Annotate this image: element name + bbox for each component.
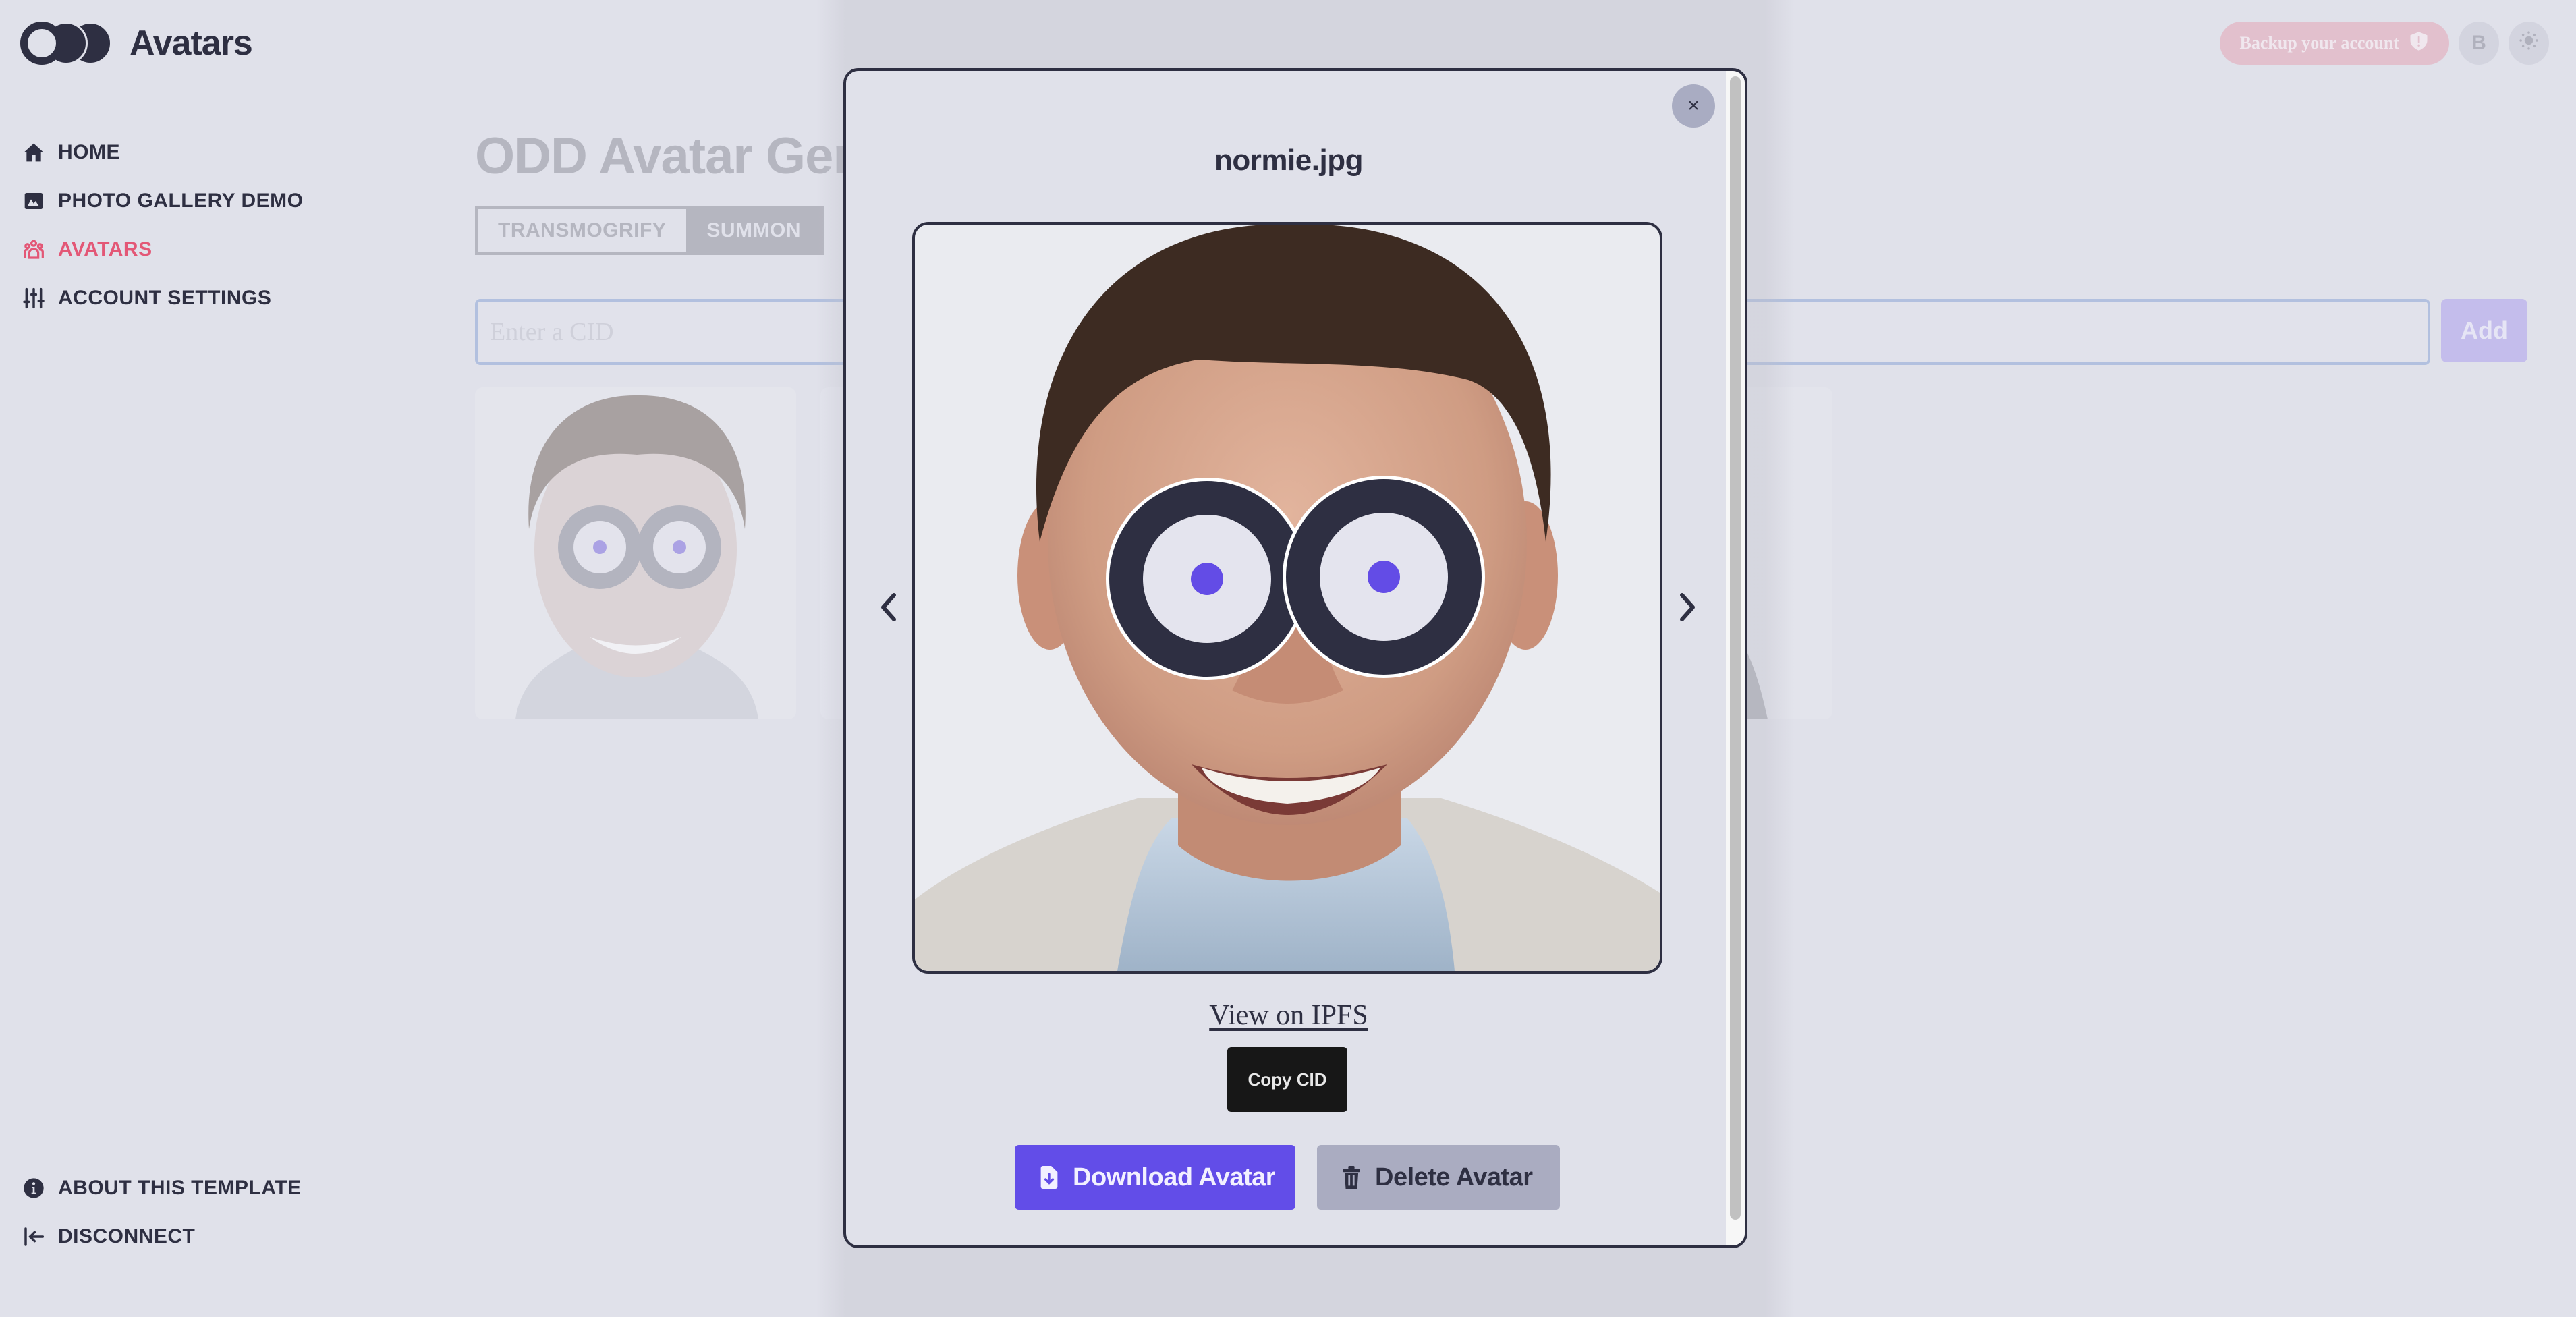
sidebar-item-photo-gallery-demo[interactable]: PHOTO GALLERY DEMO xyxy=(23,177,303,225)
trash-icon xyxy=(1343,1166,1360,1189)
tab-summon[interactable]: SUMMON xyxy=(686,209,821,252)
close-button[interactable]: × xyxy=(1672,84,1715,128)
sidebar-item-label: DISCONNECT xyxy=(58,1225,196,1248)
download-label: Download Avatar xyxy=(1073,1162,1276,1192)
odd-logo-icon xyxy=(20,20,115,66)
chevron-right-icon xyxy=(1680,593,1695,621)
sidebar-item-avatars[interactable]: AVATARS xyxy=(23,225,303,274)
modal-scrollbar-thumb[interactable] xyxy=(1730,76,1741,1220)
avatar-detail-modal: × normie.jpg View on IPFS Copy CID Downl… xyxy=(843,68,1747,1248)
home-icon xyxy=(23,142,45,163)
logout-icon xyxy=(23,1226,45,1248)
copy-cid-button[interactable]: Copy CID xyxy=(1227,1047,1347,1112)
info-icon xyxy=(23,1177,45,1199)
sidebar-bottom-nav: ABOUT THIS TEMPLATE DISCONNECT xyxy=(23,1164,302,1261)
sidebar-item-label: ABOUT THIS TEMPLATE xyxy=(58,1177,302,1199)
close-icon: × xyxy=(1687,94,1700,117)
sidebar-item-disconnect[interactable]: DISCONNECT xyxy=(23,1212,302,1261)
image-icon xyxy=(23,190,45,212)
sidebar-item-home[interactable]: HOME xyxy=(23,128,303,177)
sidebar-item-about-this-template[interactable]: ABOUT THIS TEMPLATE xyxy=(23,1164,302,1212)
delete-label: Delete Avatar xyxy=(1375,1162,1533,1192)
modal-actions: Download Avatar Delete Avatar xyxy=(1015,1145,1560,1210)
avatar-thumbnail[interactable] xyxy=(475,387,796,719)
avatar-preview-image xyxy=(912,222,1662,974)
modal-scrollbar[interactable] xyxy=(1726,71,1745,1245)
chevron-left-icon xyxy=(881,593,896,621)
brand[interactable]: Avatars xyxy=(20,20,253,66)
view-on-ipfs-link[interactable]: View on IPFS xyxy=(846,999,1731,1032)
sliders-icon xyxy=(23,287,45,309)
sidebar-item-label: PHOTO GALLERY DEMO xyxy=(58,190,304,212)
sidebar-item-account-settings[interactable]: ACCOUNT SETTINGS xyxy=(23,274,303,323)
app-title: Avatars xyxy=(130,24,253,63)
previous-avatar-button[interactable] xyxy=(872,584,905,631)
download-avatar-button[interactable]: Download Avatar xyxy=(1015,1145,1295,1210)
file-download-icon xyxy=(1040,1166,1058,1189)
next-avatar-button[interactable] xyxy=(1671,584,1704,631)
tab-transmogrify[interactable]: TRANSMOGRIFY xyxy=(478,209,687,252)
mode-tabs: TRANSMOGRIFY SUMMON xyxy=(475,206,824,255)
delete-avatar-button[interactable]: Delete Avatar xyxy=(1317,1145,1560,1210)
sidebar-item-label: ACCOUNT SETTINGS xyxy=(58,287,272,309)
sidebar-item-label: HOME xyxy=(58,141,120,163)
sidebar-item-label: AVATARS xyxy=(58,238,152,260)
modal-title: normie.jpg xyxy=(1214,144,1363,177)
add-button[interactable]: Add xyxy=(2441,299,2527,362)
sidebar-nav: HOME PHOTO GALLERY DEMO AVATARS ACCOUNT … xyxy=(23,128,303,323)
users-icon xyxy=(23,239,45,260)
